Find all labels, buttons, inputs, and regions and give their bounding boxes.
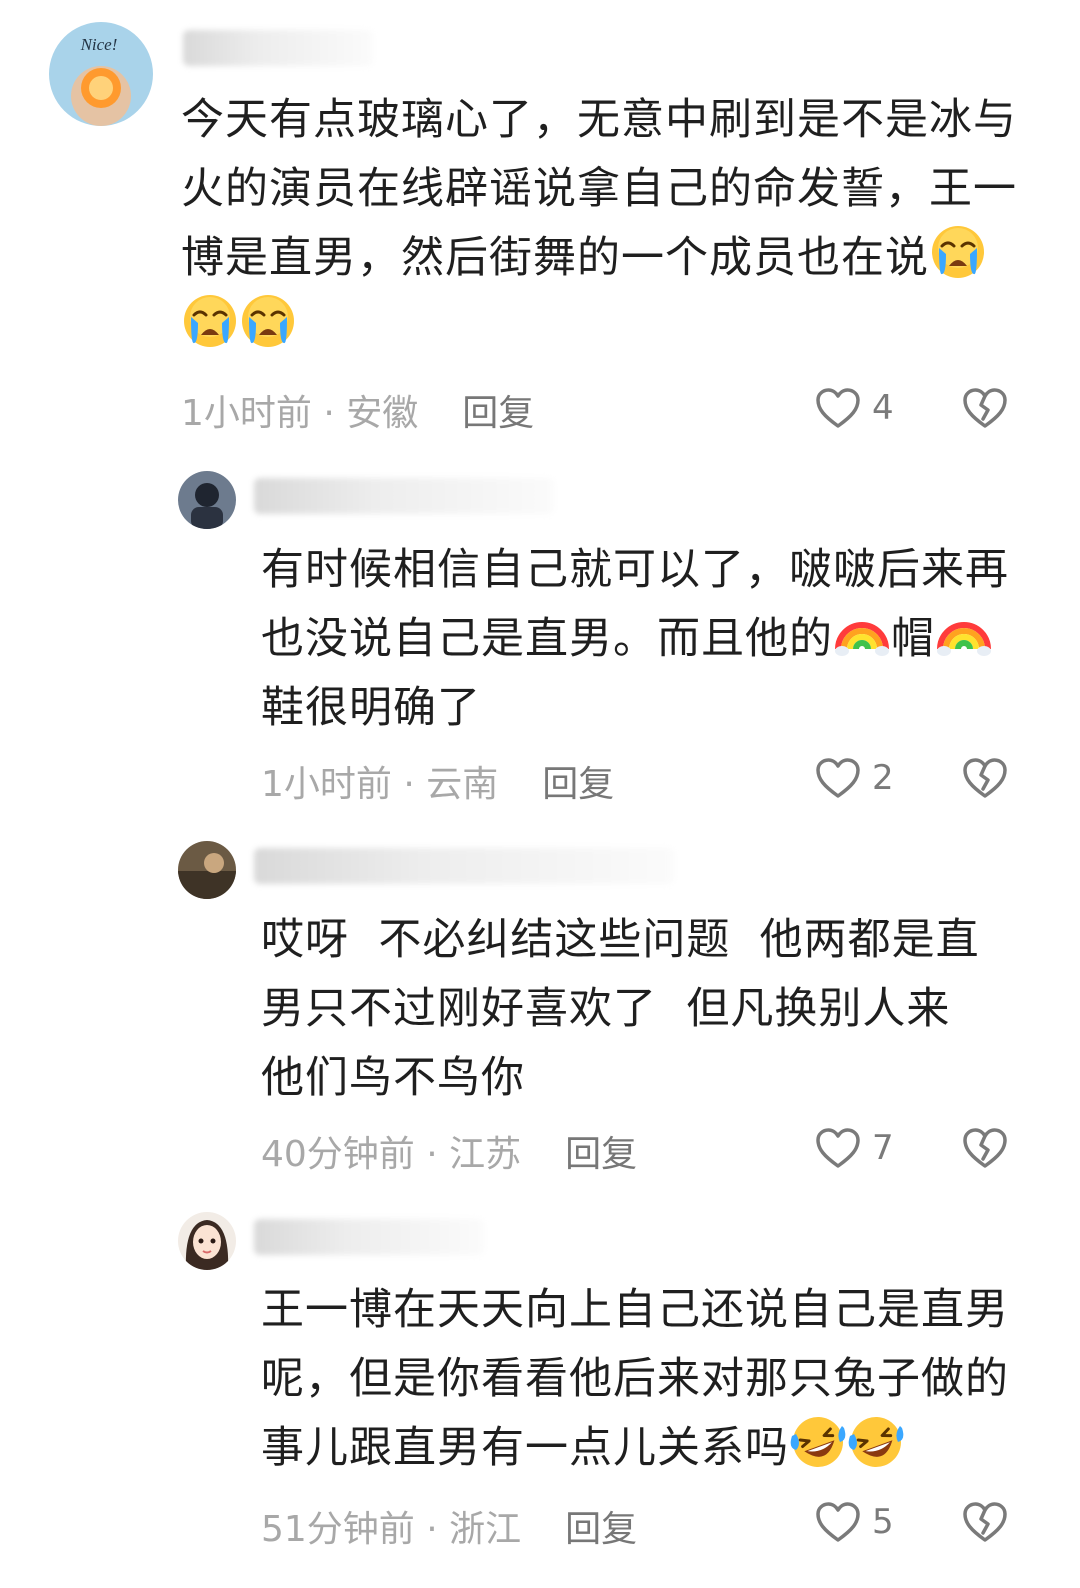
like-button[interactable]: 2 — [814, 756, 894, 800]
rainbow-emoji — [936, 605, 992, 661]
comment-meta: 1小时前 · 云南 回复 — [261, 764, 615, 805]
rainbow-emoji — [834, 605, 890, 661]
timestamp: 51分钟前 — [261, 1509, 415, 1550]
svg-text:Nice!: Nice! — [80, 35, 118, 54]
like-button[interactable]: 7 — [814, 1126, 894, 1170]
dislike-button[interactable] — [961, 1500, 1009, 1544]
like-count: 2 — [872, 758, 894, 798]
broken-heart-icon — [961, 756, 1009, 800]
crying-face-emoji — [182, 293, 238, 349]
reply-button[interactable]: 回复 — [462, 393, 534, 434]
heart-outline-icon — [814, 386, 862, 430]
comment-meta: 51分钟前 · 浙江 回复 — [261, 1509, 638, 1550]
reply-button[interactable]: 回复 — [565, 1134, 637, 1175]
rolling-laughing-emoji — [848, 1414, 904, 1470]
username[interactable] — [254, 1219, 484, 1255]
comment-text: 有时候相信自己就可以了，啵啵后来再也没说自己是直男。而且他的帽鞋很明确了 — [261, 545, 1009, 733]
location: 浙江 — [449, 1509, 522, 1550]
dislike-button[interactable] — [961, 1126, 1009, 1170]
location: 江苏 — [449, 1134, 522, 1175]
broken-heart-icon — [961, 1126, 1009, 1170]
broken-heart-icon — [961, 1500, 1009, 1544]
dislike-button[interactable] — [961, 756, 1009, 800]
timestamp: 1小时前 — [261, 764, 392, 805]
timestamp: 40分钟前 — [261, 1134, 415, 1175]
heart-outline-icon — [814, 756, 862, 800]
comment-text: 哎呀 不必纠结这些问题 他两都是直男只不过刚好喜欢了 但凡换别人来 他们鸟不鸟你 — [261, 915, 980, 1103]
broken-heart-icon — [961, 386, 1009, 430]
like-count: 4 — [872, 388, 894, 428]
username[interactable] — [254, 848, 674, 884]
comment-meta: 40分钟前 · 江苏 回复 — [261, 1134, 638, 1175]
rolling-laughing-emoji — [790, 1414, 846, 1470]
crying-face-emoji — [240, 293, 296, 349]
avatar[interactable] — [178, 1212, 236, 1270]
reply-button[interactable]: 回复 — [542, 764, 614, 805]
reply-button[interactable]: 回复 — [565, 1509, 637, 1550]
heart-outline-icon — [814, 1500, 862, 1544]
location: 安徽 — [346, 393, 419, 434]
location: 云南 — [426, 764, 499, 805]
crying-face-emoji — [930, 224, 986, 280]
like-count: 5 — [872, 1502, 894, 1542]
comment-meta: 1小时前 · 安徽 回复 — [181, 393, 535, 434]
comment-text: 今天有点玻璃心了，无意中刷到是不是冰与火的演员在线辟谣说拿自己的命发誓，王一博是… — [181, 86, 1031, 362]
comment-text: 王一博在天天向上自己还说自己是直男呢，但是你看看他后来对那只兔子做的事儿跟直男有… — [261, 1285, 1009, 1473]
like-count: 7 — [872, 1128, 894, 1168]
avatar[interactable] — [178, 841, 236, 899]
username[interactable]: 彩虹 — [183, 30, 373, 66]
avatar[interactable]: Nice! — [49, 22, 153, 126]
timestamp: 1小时前 — [181, 393, 312, 434]
dislike-button[interactable] — [961, 386, 1009, 430]
like-button[interactable]: 5 — [814, 1500, 894, 1544]
heart-outline-icon — [814, 1126, 862, 1170]
avatar[interactable] — [178, 471, 236, 529]
username[interactable] — [254, 478, 554, 514]
like-button[interactable]: 4 — [814, 386, 894, 430]
